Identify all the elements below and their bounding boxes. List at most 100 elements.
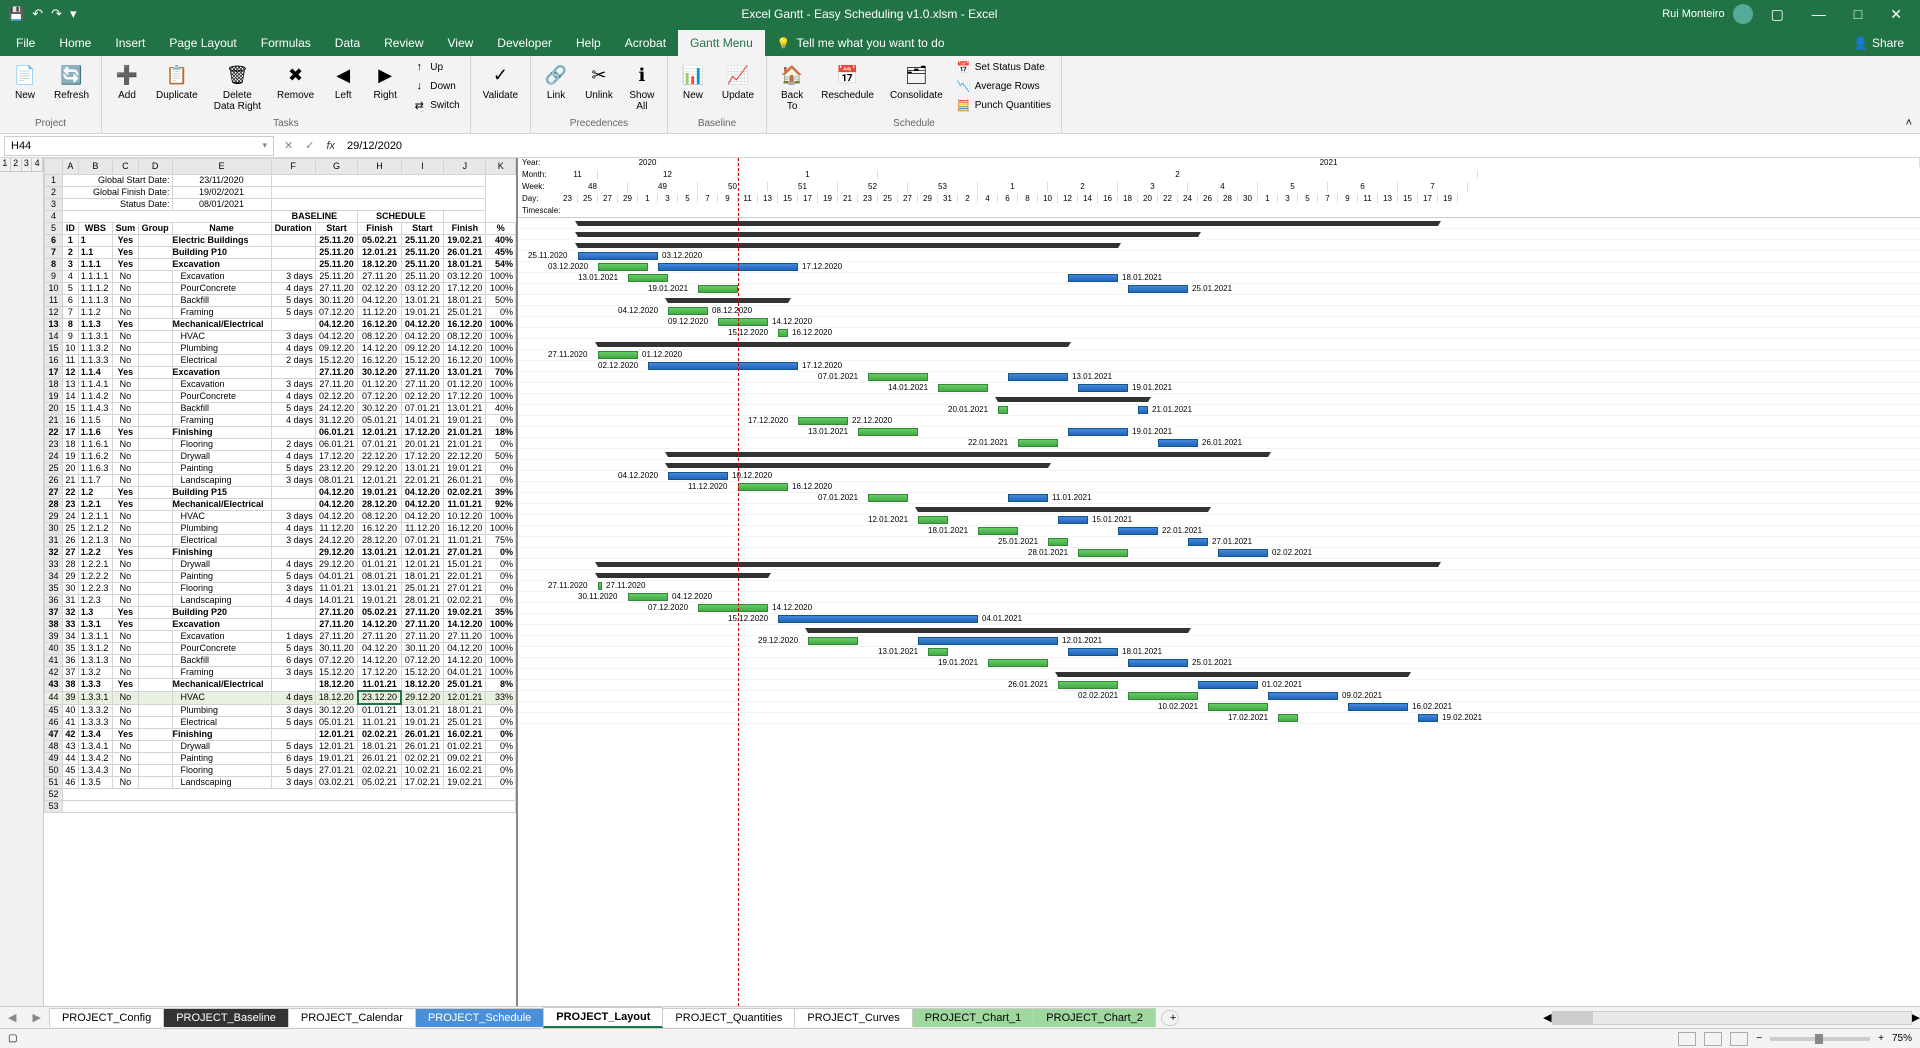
set-status-date-button[interactable]: 📅Set Status Date [953,58,1055,76]
summary-bar[interactable] [578,232,1198,237]
sheet-nav-prev-icon[interactable]: ◀ [0,1011,24,1024]
col-header-F[interactable]: F [271,159,315,175]
baseline-bar[interactable] [1078,549,1128,557]
schedule-bar[interactable] [1128,285,1188,293]
baseline-bar[interactable] [598,263,648,271]
table-row[interactable]: 831.1.1YesExcavation25.11.2018.12.2025.1… [45,259,516,271]
menu-tab-view[interactable]: View [436,30,486,56]
sheet-nav-next-icon[interactable]: ▶ [24,1011,48,1024]
unlink-button[interactable]: ✂Unlink [579,58,619,105]
consolidate-button[interactable]: 🗂Consolidate [884,58,949,105]
reschedule-button[interactable]: 📅Reschedule [815,58,880,105]
summary-bar[interactable] [808,628,1188,633]
baseline-bar[interactable] [868,494,908,502]
normal-view-icon[interactable] [1678,1032,1696,1046]
scroll-right-icon[interactable]: ▶ [1912,1011,1920,1024]
formula-input[interactable]: 29/12/2020 [341,140,1920,152]
punch-quantities-button[interactable]: 🧮Punch Quantities [953,96,1055,114]
new-button[interactable]: 📄New [6,58,44,105]
baseline-bar[interactable] [738,483,788,491]
col-header-E[interactable]: E [172,159,271,175]
gantt-chart[interactable]: Year:20202021Month:111212Week:4849505152… [518,158,1920,1006]
menu-tab-gantt-menu[interactable]: Gantt Menu [678,30,765,56]
table-row[interactable]: 26211.1.7NoLandscaping3 days08.01.2112.0… [45,475,516,487]
summary-bar[interactable] [578,243,1118,248]
table-row[interactable]: 28231.2.1YesMechanical/Electrical04.12.2… [45,499,516,511]
baseline-bar[interactable] [868,373,928,381]
sheet-tab-project_quantities[interactable]: PROJECT_Quantities [662,1008,795,1027]
validate-button[interactable]: ✓Validate [477,58,524,105]
table-row[interactable]: 20151.1.4.3NoBackfill5 days24.12.2030.12… [45,403,516,415]
duplicate-button[interactable]: 📋Duplicate [150,58,204,105]
col-header-D[interactable]: D [138,159,172,175]
switch-button[interactable]: ⇄Switch [408,96,463,114]
sheet-tab-project_baseline[interactable]: PROJECT_Baseline [163,1008,289,1027]
minimize-icon[interactable]: — [1802,6,1836,22]
menu-tab-formulas[interactable]: Formulas [249,30,323,56]
summary-bar[interactable] [998,397,1148,402]
update-button[interactable]: 📈Update [716,58,760,105]
schedule-bar[interactable] [778,615,978,623]
redo-icon[interactable]: ↷ [51,6,62,22]
summary-bar[interactable] [598,342,1068,347]
summary-bar[interactable] [668,298,788,303]
table-row[interactable]: 48431.3.4.1NoDrywall5 days12.01.2118.01.… [45,741,516,753]
zoom-in-icon[interactable]: + [1878,1033,1884,1044]
table-row[interactable]: 45401.3.3.2NoPlumbing3 days30.12.2001.01… [45,704,516,717]
sheet-tab-project_chart_2[interactable]: PROJECT_Chart_2 [1033,1008,1156,1027]
baseline-bar[interactable] [988,659,1048,667]
table-row[interactable]: 25201.1.6.3NoPainting5 days23.12.2029.12… [45,463,516,475]
table-row[interactable]: 42371.3.2NoFraming3 days15.12.2017.12.20… [45,667,516,679]
remove-button[interactable]: ✖Remove [271,58,320,105]
menu-tab-review[interactable]: Review [372,30,435,56]
cancel-formula-icon[interactable]: ✕ [278,139,299,152]
undo-icon[interactable]: ↶ [32,6,43,22]
table-row[interactable]: 36311.2.3NoLandscaping4 days14.01.2119.0… [45,595,516,607]
table-row[interactable]: 33281.2.2.1NoDrywall4 days29.12.2001.01.… [45,559,516,571]
add-button[interactable]: ➕Add [108,58,146,105]
data-grid[interactable]: ABCDEFGHIJK1Global Start Date:23/11/2020… [44,158,518,1006]
table-row[interactable]: 29241.2.1.1NoHVAC3 days04.12.2008.12.200… [45,511,516,523]
schedule-bar[interactable] [1008,494,1048,502]
schedule-bar[interactable] [1008,373,1068,381]
left-button[interactable]: ◀Left [324,58,362,105]
baseline-bar[interactable] [928,648,948,656]
table-row[interactable]: 24191.1.6.2NoDrywall4 days17.12.2022.12.… [45,451,516,463]
table-row[interactable]: 21161.1.5NoFraming4 days31.12.2005.01.21… [45,415,516,427]
schedule-bar[interactable] [1138,406,1148,414]
table-row[interactable]: 34291.2.2.2NoPainting5 days04.01.2108.01… [45,571,516,583]
baseline-bar[interactable] [1208,703,1268,711]
back-button[interactable]: 🏠BackTo [773,58,811,116]
schedule-bar[interactable] [1068,274,1118,282]
table-row[interactable]: 50451.3.4.3NoFlooring5 days27.01.2102.02… [45,765,516,777]
horizontal-scrollbar[interactable]: ◀▶ [1543,1011,1920,1025]
table-row[interactable]: 19141.1.4.2NoPourConcrete4 days02.12.200… [45,391,516,403]
menu-tab-home[interactable]: Home [47,30,103,56]
baseline-bar[interactable] [1018,439,1058,447]
table-row[interactable]: 46411.3.3.3NoElectrical5 days05.01.2111.… [45,717,516,729]
summary-bar[interactable] [578,221,1438,226]
ribbon-display-icon[interactable]: ▢ [1761,6,1794,23]
share-button[interactable]: 👤 Share [1841,30,1916,56]
schedule-bar[interactable] [1118,527,1158,535]
schedule-bar[interactable] [1198,681,1258,689]
menu-tab-acrobat[interactable]: Acrobat [613,30,678,56]
schedule-bar[interactable] [1068,648,1118,656]
table-row[interactable]: 15101.1.3.2NoPlumbing4 days09.12.2014.12… [45,343,516,355]
table-row[interactable]: 1161.1.1.3NoBackfill5 days30.11.2004.12.… [45,295,516,307]
col-header-C[interactable]: C [113,159,139,175]
summary-bar[interactable] [668,452,1268,457]
zoom-level[interactable]: 75% [1892,1033,1912,1044]
baseline-bar[interactable] [998,406,1008,414]
table-row[interactable]: 721.1YesBuilding P1025.11.2012.01.2125.1… [45,247,516,259]
schedule-bar[interactable] [1218,549,1268,557]
schedule-bar[interactable] [1188,538,1208,546]
baseline-bar[interactable] [978,527,1018,535]
down-button[interactable]: ↓Down [408,77,463,95]
baseline-bar[interactable] [598,351,638,359]
baseline-bar[interactable] [938,384,988,392]
zoom-slider[interactable] [1770,1037,1870,1041]
table-row[interactable]: 1051.1.1.2NoPourConcrete4 days27.11.2002… [45,283,516,295]
sheet-tab-project_chart_1[interactable]: PROJECT_Chart_1 [912,1008,1035,1027]
name-box[interactable]: H44 [4,136,274,156]
